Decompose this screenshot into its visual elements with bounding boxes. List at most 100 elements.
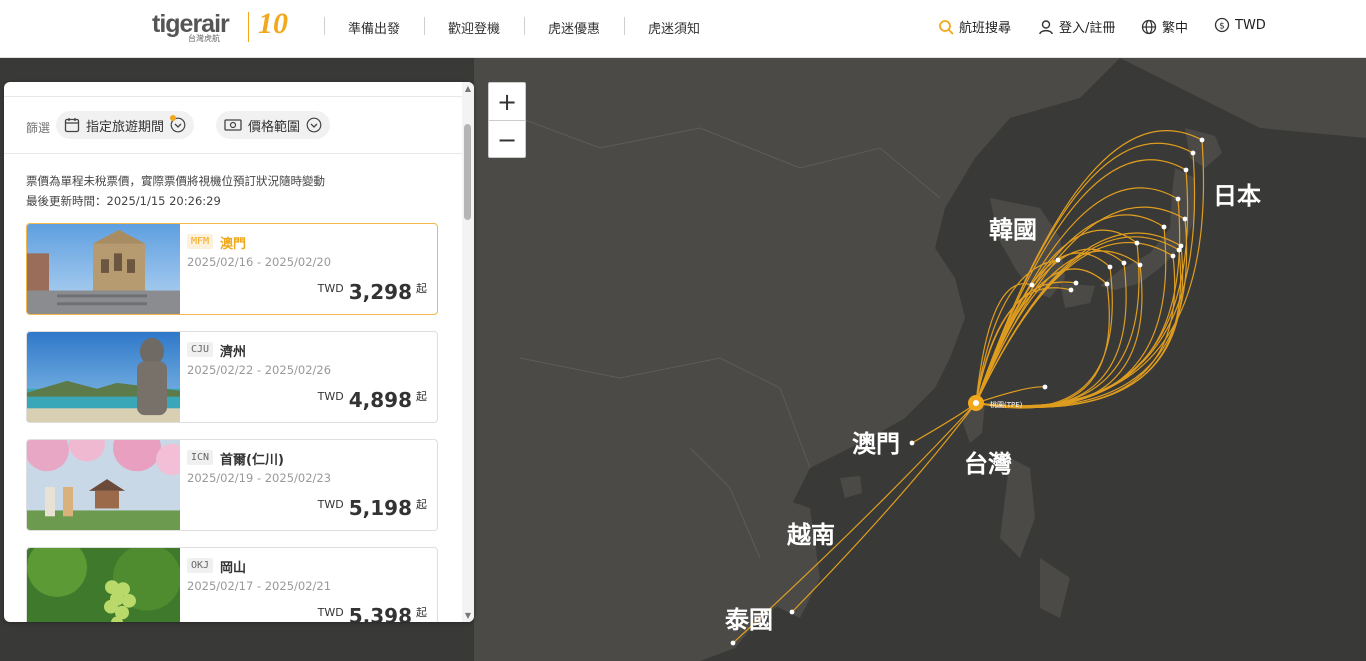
price-range-label: 價格範圍 xyxy=(248,119,301,135)
destination-dot[interactable] xyxy=(730,640,736,646)
destination-city: 澳門 xyxy=(220,237,247,252)
map-label-macau: 澳門 xyxy=(852,430,900,458)
price-range-filter[interactable]: 價格範圍 xyxy=(216,111,331,139)
destination-card[interactable]: MFM 澳門 2025/02/16 - 2025/02/20 TWD 3,298… xyxy=(26,223,438,315)
svg-text:$: $ xyxy=(1219,22,1225,32)
price-currency: TWD xyxy=(317,282,344,295)
map-label-taiwan: 台灣 xyxy=(964,450,1012,478)
filter-bar: 篩選 指定旅遊期間 價格範圍 xyxy=(4,96,462,154)
destination-dot[interactable] xyxy=(1175,196,1181,202)
destination-dot[interactable] xyxy=(1055,257,1061,263)
destination-dot[interactable] xyxy=(1042,384,1048,390)
travel-period-filter[interactable]: 指定旅遊期間 xyxy=(56,111,195,139)
panel-scrollbar[interactable]: ▲ ▼ xyxy=(462,82,474,622)
login-link[interactable]: 登入/註冊 xyxy=(1038,17,1115,36)
destination-card[interactable]: CJU 濟州 2025/02/22 - 2025/02/26 TWD 4,898… xyxy=(26,331,438,423)
destination-dot[interactable] xyxy=(1104,281,1110,287)
logo-divider xyxy=(248,12,249,42)
language-selector[interactable]: 繁中 xyxy=(1141,17,1188,36)
destination-dot[interactable] xyxy=(1068,287,1074,293)
map-label-japan: 日本 xyxy=(1213,182,1261,210)
nav-divider xyxy=(624,17,625,35)
destination-dot[interactable] xyxy=(1190,150,1196,156)
nav-divider xyxy=(324,17,325,35)
price-block: TWD 5,398 起 xyxy=(318,604,427,622)
zoom-out-button[interactable]: − xyxy=(489,120,525,158)
destination-dot[interactable] xyxy=(1029,282,1035,288)
destination-card[interactable]: ICN 首爾(仁川) 2025/02/19 - 2025/02/23 TWD 5… xyxy=(26,439,438,531)
nav-item-deals[interactable]: 虎迷優惠 xyxy=(548,18,600,37)
zoom-in-button[interactable]: + xyxy=(489,83,525,120)
scrollbar-thumb[interactable] xyxy=(464,124,471,220)
destination-dot[interactable] xyxy=(1107,264,1113,270)
map-label-vietnam: 越南 xyxy=(787,521,835,549)
price-currency: TWD xyxy=(317,498,344,511)
price-currency: TWD xyxy=(317,390,344,403)
search-icon xyxy=(939,19,954,34)
money-icon xyxy=(224,119,242,131)
destination-card[interactable]: OKJ 岡山 2025/02/17 - 2025/02/21 TWD 5,398… xyxy=(26,547,438,622)
currency-icon: $ xyxy=(1214,17,1230,33)
globe-icon xyxy=(1141,19,1157,34)
jeju-photo xyxy=(27,332,180,422)
destination-dot[interactable] xyxy=(1134,240,1140,246)
price-value: 3,298 xyxy=(348,280,412,304)
chevron-down-icon xyxy=(306,117,322,133)
price-value: 5,198 xyxy=(348,496,412,520)
destination-city: 首爾(仁川) xyxy=(220,453,284,468)
price-block: TWD 3,298 起 xyxy=(318,280,427,304)
origin-label: 桃園(TPE) xyxy=(990,400,1023,409)
price-suffix: 起 xyxy=(416,282,427,295)
currency-label: TWD xyxy=(1235,17,1266,33)
zoom-controls: + − xyxy=(488,82,526,158)
login-label: 登入/註冊 xyxy=(1059,21,1116,36)
currency-selector[interactable]: $ TWD xyxy=(1214,17,1266,33)
airport-code: OKJ xyxy=(187,558,214,573)
travel-dates: 2025/02/19 - 2025/02/23 xyxy=(187,471,332,485)
airport-code: ICN xyxy=(187,450,214,465)
map-label-thailand: 泰國 xyxy=(725,606,773,634)
destination-dot[interactable] xyxy=(1137,262,1143,268)
price-block: TWD 5,198 起 xyxy=(318,496,427,520)
destination-panel: 篩選 指定旅遊期間 價格範圍 票價為單程未稅票價，實際票價將視機位預訂狀況隨時變… xyxy=(4,82,474,622)
logo-subtitle: 台灣虎航 xyxy=(188,34,220,43)
new-indicator-dot xyxy=(170,115,176,121)
nav-divider xyxy=(424,17,425,35)
destination-dot[interactable] xyxy=(1176,247,1182,253)
okayama-photo xyxy=(27,548,180,622)
scroll-up-icon[interactable]: ▲ xyxy=(463,84,473,93)
scroll-down-icon[interactable]: ▼ xyxy=(463,611,473,620)
destination-dot[interactable] xyxy=(1161,224,1167,230)
language-label: 繁中 xyxy=(1162,21,1189,36)
price-suffix: 起 xyxy=(416,498,427,511)
travel-dates: 2025/02/17 - 2025/02/21 xyxy=(187,579,332,593)
price-suffix: 起 xyxy=(416,390,427,403)
price-currency: TWD xyxy=(317,606,344,619)
price-block: TWD 4,898 起 xyxy=(318,388,427,412)
destination-dot[interactable] xyxy=(1182,216,1188,222)
filter-label: 篩選 xyxy=(26,121,51,135)
destination-dot[interactable] xyxy=(909,440,915,446)
destination-city: 岡山 xyxy=(220,561,247,576)
price-suffix: 起 xyxy=(416,606,427,619)
seoul-photo xyxy=(27,440,180,530)
destination-dot[interactable] xyxy=(1183,167,1189,173)
destination-dot[interactable] xyxy=(1121,260,1127,266)
macau-photo xyxy=(27,224,180,314)
nav-item-boarding[interactable]: 歡迎登機 xyxy=(448,18,500,37)
destination-city: 濟州 xyxy=(220,345,247,360)
destination-dot[interactable] xyxy=(789,609,795,615)
flight-search-link[interactable]: 航班搜尋 xyxy=(938,17,1011,36)
price-value: 4,898 xyxy=(348,388,412,412)
destination-dot[interactable] xyxy=(1073,280,1079,286)
nav-item-prepare[interactable]: 準備出發 xyxy=(348,18,400,37)
anniversary-badge: 10 xyxy=(258,7,288,40)
map-label-korea: 韓國 xyxy=(989,216,1037,244)
user-icon xyxy=(1039,19,1053,34)
site-header: tigerair 台灣虎航 10 準備出發 歡迎登機 虎迷優惠 虎迷須知 航班搜… xyxy=(0,0,1366,58)
destination-dot[interactable] xyxy=(1199,137,1205,143)
calendar-icon xyxy=(64,118,80,133)
nav-item-notices[interactable]: 虎迷須知 xyxy=(648,18,700,37)
destination-dot[interactable] xyxy=(1170,253,1176,259)
origin-marker[interactable] xyxy=(968,395,984,411)
